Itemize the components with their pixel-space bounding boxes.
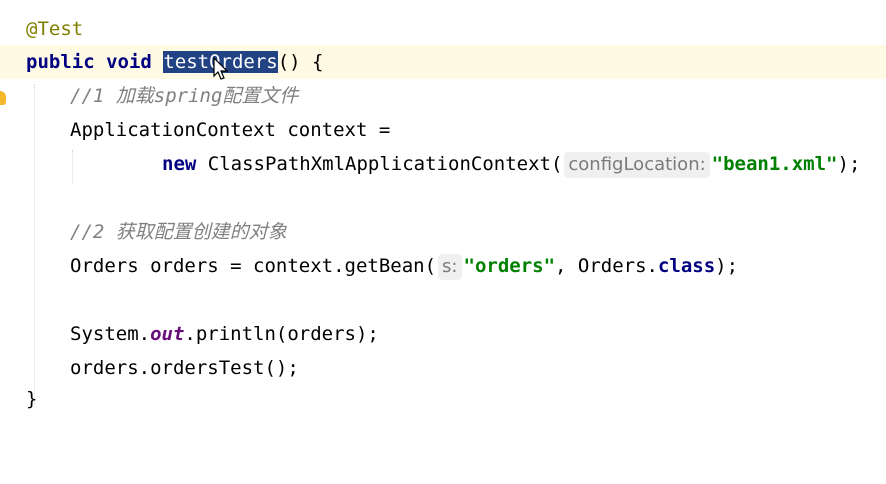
method-params-brace: () { (277, 51, 324, 73)
string-bean1-xml: "bean1.xml" (711, 153, 838, 175)
get-bean-statement: Orders orders = context.getBean(s: "order… (70, 249, 738, 283)
code-line-println[interactable]: System.out.println(orders); (0, 317, 886, 351)
get-bean-prefix: Orders orders = context.getBean( (70, 255, 437, 277)
code-line-comment-1[interactable]: //1 加载spring配置文件 (0, 79, 886, 113)
orders-test-call: orders.ordersTest(); (70, 357, 299, 379)
println-call: .println(orders); (184, 323, 379, 345)
mouse-cursor-icon (213, 57, 229, 80)
statement-end: ); (715, 255, 739, 277)
code-line-empty[interactable] (0, 181, 886, 215)
keyword-void: void (106, 51, 152, 73)
param-hint-s: s: (438, 254, 462, 280)
context-declaration: ApplicationContext context = (70, 119, 391, 141)
keyword-public: public (26, 51, 95, 73)
keyword-new: new (162, 153, 197, 175)
closing-brace: } (26, 388, 38, 410)
annotation-test: @Test (26, 18, 84, 40)
code-line-get-bean[interactable]: Orders orders = context.getBean(s: "order… (0, 249, 886, 283)
code-line-annotation[interactable]: @Test (0, 12, 886, 46)
class-name-classpath-xml: ClassPathXmlApplicationContext( (207, 153, 563, 175)
code-line-comment-2[interactable]: //2 获取配置创建的对象 (0, 215, 886, 249)
comment-load-spring-config: //1 加载spring配置文件 (70, 85, 299, 107)
keyword-class: class (657, 255, 716, 277)
code-line-method-signature[interactable]: public void testOrders() { (0, 45, 886, 105)
new-context-expression: new ClassPathXmlApplicationContext(confi… (162, 147, 860, 181)
code-line-new-context[interactable]: new ClassPathXmlApplicationContext(confi… (0, 147, 886, 181)
string-orders: "orders" (463, 255, 556, 277)
code-line-orders-test[interactable]: orders.ordersTest(); (0, 351, 886, 385)
orders-class-ref: , Orders. (555, 255, 658, 277)
param-hint-config-location: configLocation: (564, 152, 710, 178)
code-line-empty[interactable] (0, 283, 886, 317)
system-class: System. (70, 323, 151, 345)
code-line-context-declaration[interactable]: ApplicationContext context = (0, 113, 886, 147)
println-statement: System.out.println(orders); (70, 317, 379, 351)
code-editor[interactable]: @Test public void testOrders() { //1 加载s… (0, 0, 886, 414)
method-signature: public void testOrders() { (26, 45, 323, 79)
code-line-closing-brace[interactable]: } (0, 382, 886, 416)
field-out: out (150, 323, 185, 345)
comment-get-bean: //2 获取配置创建的对象 (70, 221, 287, 243)
statement-end: ); (837, 153, 861, 175)
